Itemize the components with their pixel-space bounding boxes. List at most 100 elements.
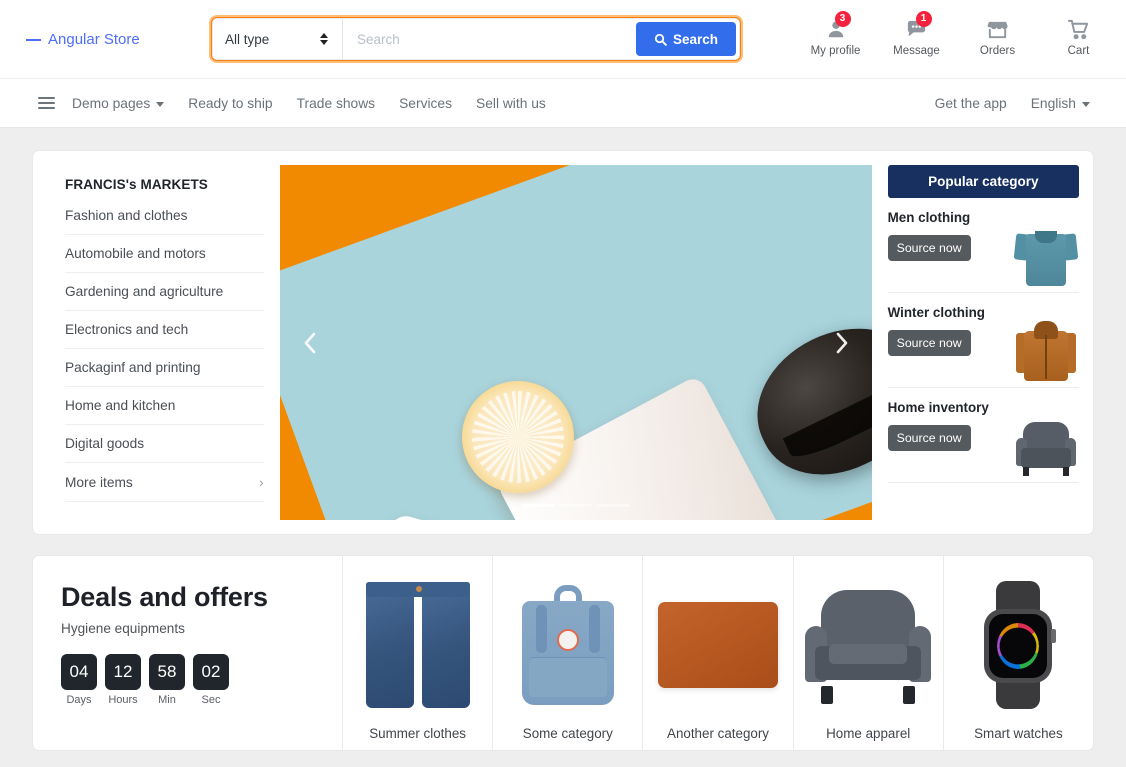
nav-item-ready-to-ship[interactable]: Ready to ship — [176, 96, 284, 111]
countdown-hours-value: 12 — [105, 654, 141, 690]
message-action[interactable]: 1 Message — [889, 10, 944, 57]
sidebar-item-gardening-and-agriculture[interactable]: Gardening and agriculture — [65, 273, 264, 311]
chat-icon: 1 — [902, 11, 932, 42]
carousel-indicators — [280, 504, 872, 507]
chevron-right-icon — [836, 332, 847, 353]
sidebar-item-packaging-and-printing[interactable]: Packaginf and printing — [65, 349, 264, 387]
message-label: Message — [893, 45, 940, 57]
denim-shorts-image — [343, 570, 492, 720]
lemon-slice — [461, 381, 574, 493]
countdown-days: 04 Days — [61, 654, 97, 706]
sidebar-item-automobile-and-motors[interactable]: Automobile and motors — [65, 235, 264, 273]
hamburger-menu-icon[interactable] — [38, 97, 55, 109]
sidebar-item-home-and-kitchen[interactable]: Home and kitchen — [65, 387, 264, 425]
my-profile-label: My profile — [810, 45, 861, 57]
orders-action[interactable]: Orders — [970, 10, 1025, 57]
deal-item-summer-clothes[interactable]: Summer clothes — [343, 556, 494, 750]
category-sidebar: FRANCIS's MARKETS Fashion and clothes Au… — [47, 165, 280, 520]
nav-item-services[interactable]: Services — [387, 96, 464, 111]
deal-item-home-apparel[interactable]: Home apparel — [794, 556, 944, 750]
sidebar-item-label: Fashion and clothes — [65, 208, 188, 223]
deal-item-label: Home apparel — [826, 726, 911, 741]
carousel-indicator-1[interactable] — [522, 504, 556, 507]
sidebar-item-label: Home and kitchen — [65, 398, 176, 413]
store-icon — [983, 16, 1013, 42]
cart-action[interactable]: Cart — [1051, 10, 1106, 57]
user-icon: 3 — [821, 11, 851, 42]
sidebar-item-digital-goods[interactable]: Digital goods — [65, 425, 264, 463]
source-now-button[interactable]: Source now — [887, 330, 971, 356]
language-selector[interactable]: English — [1019, 96, 1102, 111]
chevron-down-icon — [156, 101, 165, 107]
deal-item-label: Another category — [667, 726, 769, 741]
my-profile-action[interactable]: 3 My profile — [808, 10, 863, 57]
nav-item-sell-with-us[interactable]: Sell with us — [464, 96, 558, 111]
logo-dash-icon — [26, 38, 41, 41]
sidebar-item-label: Digital goods — [65, 436, 145, 451]
nav-item-demo-pages[interactable]: Demo pages — [72, 96, 176, 111]
logo-text: Angular Store — [48, 30, 140, 48]
countdown-sec-label: Sec — [201, 694, 221, 706]
search-input[interactable] — [343, 19, 636, 59]
language-label: English — [1030, 95, 1076, 111]
source-now-button[interactable]: Source now — [887, 425, 971, 451]
carousel-next-button[interactable] — [812, 165, 872, 520]
countdown-sec: 02 Sec — [193, 654, 229, 706]
popular-item-winter-clothing: Winter clothing Source now — [887, 293, 1079, 388]
deal-item-some-category[interactable]: Some category — [493, 556, 644, 750]
deal-item-smart-watches[interactable]: Smart watches — [944, 556, 1093, 750]
armchair-image — [794, 570, 943, 720]
sidebar-item-fashion-and-clothes[interactable]: Fashion and clothes — [65, 206, 264, 235]
nav-item-label: Ready to ship — [188, 95, 273, 111]
polo-shirt-thumbnail — [1013, 224, 1079, 290]
deals-subtitle: Hygiene equipments — [61, 621, 185, 636]
countdown-timer: 04 Days 12 Hours 58 Min 02 Sec — [61, 654, 342, 706]
nav-item-label: Sell with us — [476, 95, 546, 111]
search-type-select[interactable]: All type — [213, 19, 343, 59]
sidebar-item-more-items[interactable]: More items › — [65, 463, 264, 502]
popular-item-title: Winter clothing — [887, 305, 985, 320]
deals-header: Deals and offers Hygiene equipments 04 D… — [33, 556, 343, 750]
deal-item-label: Summer clothes — [369, 726, 466, 741]
search-bar: All type Search — [211, 17, 741, 61]
countdown-days-label: Days — [66, 694, 92, 706]
carousel-indicator-2[interactable] — [559, 504, 593, 507]
carousel-slide-image — [279, 165, 872, 520]
nav-item-label: Trade shows — [296, 95, 376, 111]
sidebar-item-electronics-and-tech[interactable]: Electronics and tech — [65, 311, 264, 349]
sidebar-title: FRANCIS's MARKETS — [65, 177, 208, 192]
nav-item-trade-shows[interactable]: Trade shows — [285, 96, 387, 111]
countdown-days-value: 04 — [61, 654, 97, 690]
countdown-hours: 12 Hours — [105, 654, 141, 706]
popular-category-panel: Popular category Men clothing Source now… — [887, 165, 1079, 520]
countdown-hours-label: Hours — [108, 694, 138, 706]
main-nav: Demo pages Ready to ship Trade shows Ser… — [0, 78, 1126, 128]
orders-label: Orders — [979, 45, 1016, 57]
hero-carousel[interactable] — [279, 165, 872, 520]
deal-item-label: Some category — [522, 726, 613, 741]
site-logo[interactable]: Angular Store — [26, 31, 140, 48]
winter-jacket-thumbnail — [1015, 319, 1077, 385]
chevron-down-icon — [1082, 101, 1090, 107]
source-now-button[interactable]: Source now — [887, 235, 971, 261]
sidebar-item-label: Automobile and motors — [65, 246, 206, 261]
countdown-min-value: 58 — [149, 654, 185, 690]
carousel-indicator-3[interactable] — [596, 504, 630, 507]
search-button[interactable]: Search — [635, 22, 736, 56]
popular-category-title: Popular category — [887, 165, 1079, 198]
armchair-thumbnail — [1015, 414, 1077, 480]
countdown-sec-value: 02 — [193, 654, 229, 690]
smart-watch-image — [944, 570, 1093, 720]
popular-item-title: Home inventory — [887, 400, 989, 415]
tablet-case-image — [643, 570, 792, 720]
nav-item-get-the-app[interactable]: Get the app — [935, 96, 1019, 111]
deal-item-another-category[interactable]: Another category — [643, 556, 794, 750]
sidebar-item-label: Gardening and agriculture — [65, 284, 224, 299]
countdown-min: 58 Min — [149, 654, 185, 706]
popular-item-title: Men clothing — [887, 210, 971, 225]
nav-item-label: Services — [399, 95, 452, 111]
nav-items: Demo pages Ready to ship Trade shows Ser… — [72, 96, 558, 111]
popular-item-men-clothing: Men clothing Source now — [887, 198, 1079, 293]
carousel-prev-button[interactable] — [280, 165, 340, 520]
header-actions: 3 My profile 1 Message Orders Cart — [808, 10, 1106, 57]
